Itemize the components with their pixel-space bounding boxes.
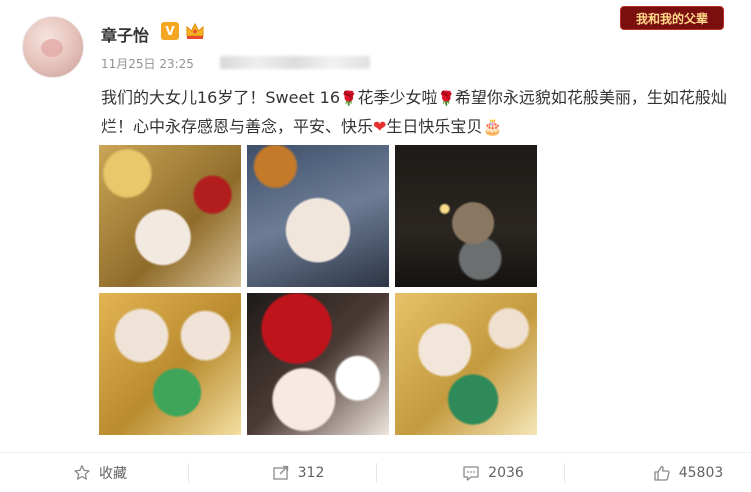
footer-separator	[376, 463, 377, 483]
rose-icon: 🌹	[437, 91, 455, 107]
weibo-post-card: 章子怡 V 11月25日 23:25 我和我的父辈 我们的大女儿16岁了！Swe…	[0, 0, 751, 492]
heart-icon: ❤	[373, 117, 387, 136]
repost-count: 312	[297, 464, 325, 481]
photo-5[interactable]	[247, 293, 389, 435]
photo-6[interactable]	[395, 293, 537, 435]
rose-icon: 🌹	[340, 91, 358, 107]
post-text-part4: 生日快乐宝贝	[386, 117, 483, 136]
like-count: 45803	[678, 464, 724, 481]
crown-icon	[186, 22, 204, 39]
like-button[interactable]: 45803	[638, 453, 738, 492]
post-text-part1: 我们的大女儿16岁了！Sweet 16	[101, 88, 341, 107]
favorite-label: 收藏	[99, 465, 127, 482]
footer-separator	[188, 463, 189, 483]
comment-button[interactable]: 2036	[448, 453, 538, 492]
footer-separator	[564, 463, 565, 483]
photo-3[interactable]	[395, 145, 537, 287]
post-text: 我们的大女儿16岁了！Sweet 16🌹花季少女啦🌹希望你永远貌如花般美丽，生如…	[101, 84, 741, 140]
photo-2[interactable]	[247, 145, 389, 287]
comment-count: 2036	[488, 464, 524, 481]
thumbs-up-icon	[654, 465, 670, 481]
blurred-source	[220, 56, 370, 69]
photo-4[interactable]	[99, 293, 241, 435]
username[interactable]: 章子怡	[101, 22, 149, 46]
cake-icon: 🎂	[482, 117, 503, 136]
star-icon	[74, 464, 90, 480]
corner-badge[interactable]: 我和我的父辈	[620, 6, 724, 30]
repost-icon	[272, 465, 288, 480]
comment-icon	[463, 465, 479, 481]
favorite-button[interactable]: 收藏	[60, 453, 140, 492]
post-timestamp[interactable]: 11月25日 23:25	[101, 55, 194, 72]
post-text-part2: 花季少女啦	[357, 88, 438, 107]
verified-badge-icon: V	[161, 22, 179, 40]
avatar[interactable]	[22, 16, 84, 78]
repost-button[interactable]: 312	[258, 453, 338, 492]
photo-1[interactable]	[99, 145, 241, 287]
post-footer: 收藏 312 2036 45803	[0, 453, 751, 492]
